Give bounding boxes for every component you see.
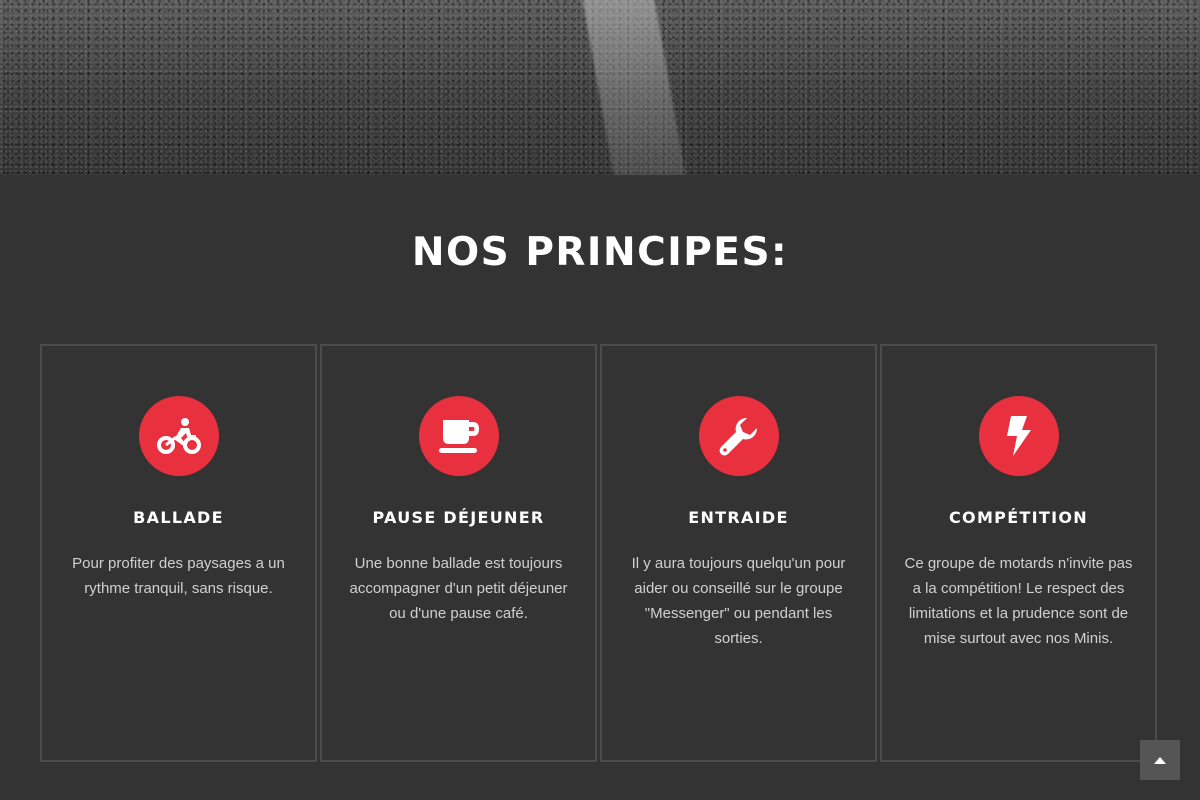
principle-card-entraide: ENTRAIDE Il y aura toujours quelqu'un po… bbox=[600, 344, 877, 762]
card-title: ENTRAIDE bbox=[688, 508, 789, 527]
motorcycle-icon bbox=[139, 396, 219, 476]
principle-card-competition: COMPÉTITION Ce groupe de motards n'invit… bbox=[880, 344, 1157, 762]
principles-cards: BALLADE Pour profiter des paysages a un … bbox=[40, 344, 1158, 762]
lightning-icon bbox=[979, 396, 1059, 476]
card-text: Une bonne ballade est toujours accompagn… bbox=[349, 555, 568, 622]
card-text: Il y aura toujours quelqu'un pour aider … bbox=[631, 555, 846, 647]
road-center-line bbox=[579, 0, 689, 175]
card-title: BALLADE bbox=[133, 508, 224, 527]
card-title: PAUSE DÉJEUNER bbox=[372, 508, 545, 527]
principle-card-ballade: BALLADE Pour profiter des paysages a un … bbox=[40, 344, 317, 762]
wrench-icon bbox=[699, 396, 779, 476]
scroll-to-top-button[interactable] bbox=[1140, 740, 1180, 780]
card-text: Pour profiter des paysages a un rythme t… bbox=[72, 555, 285, 597]
card-title: COMPÉTITION bbox=[949, 508, 1088, 527]
section-title: NOS PRINCIPES: bbox=[411, 230, 789, 275]
chevron-up-icon bbox=[1154, 757, 1166, 764]
principle-card-pause-dejeuner: PAUSE DÉJEUNER Une bonne ballade est tou… bbox=[320, 344, 597, 762]
hero-road-image bbox=[0, 0, 1200, 175]
coffee-cup-icon bbox=[419, 396, 499, 476]
card-text: Ce groupe de motards n'invite pas a la c… bbox=[904, 555, 1133, 647]
